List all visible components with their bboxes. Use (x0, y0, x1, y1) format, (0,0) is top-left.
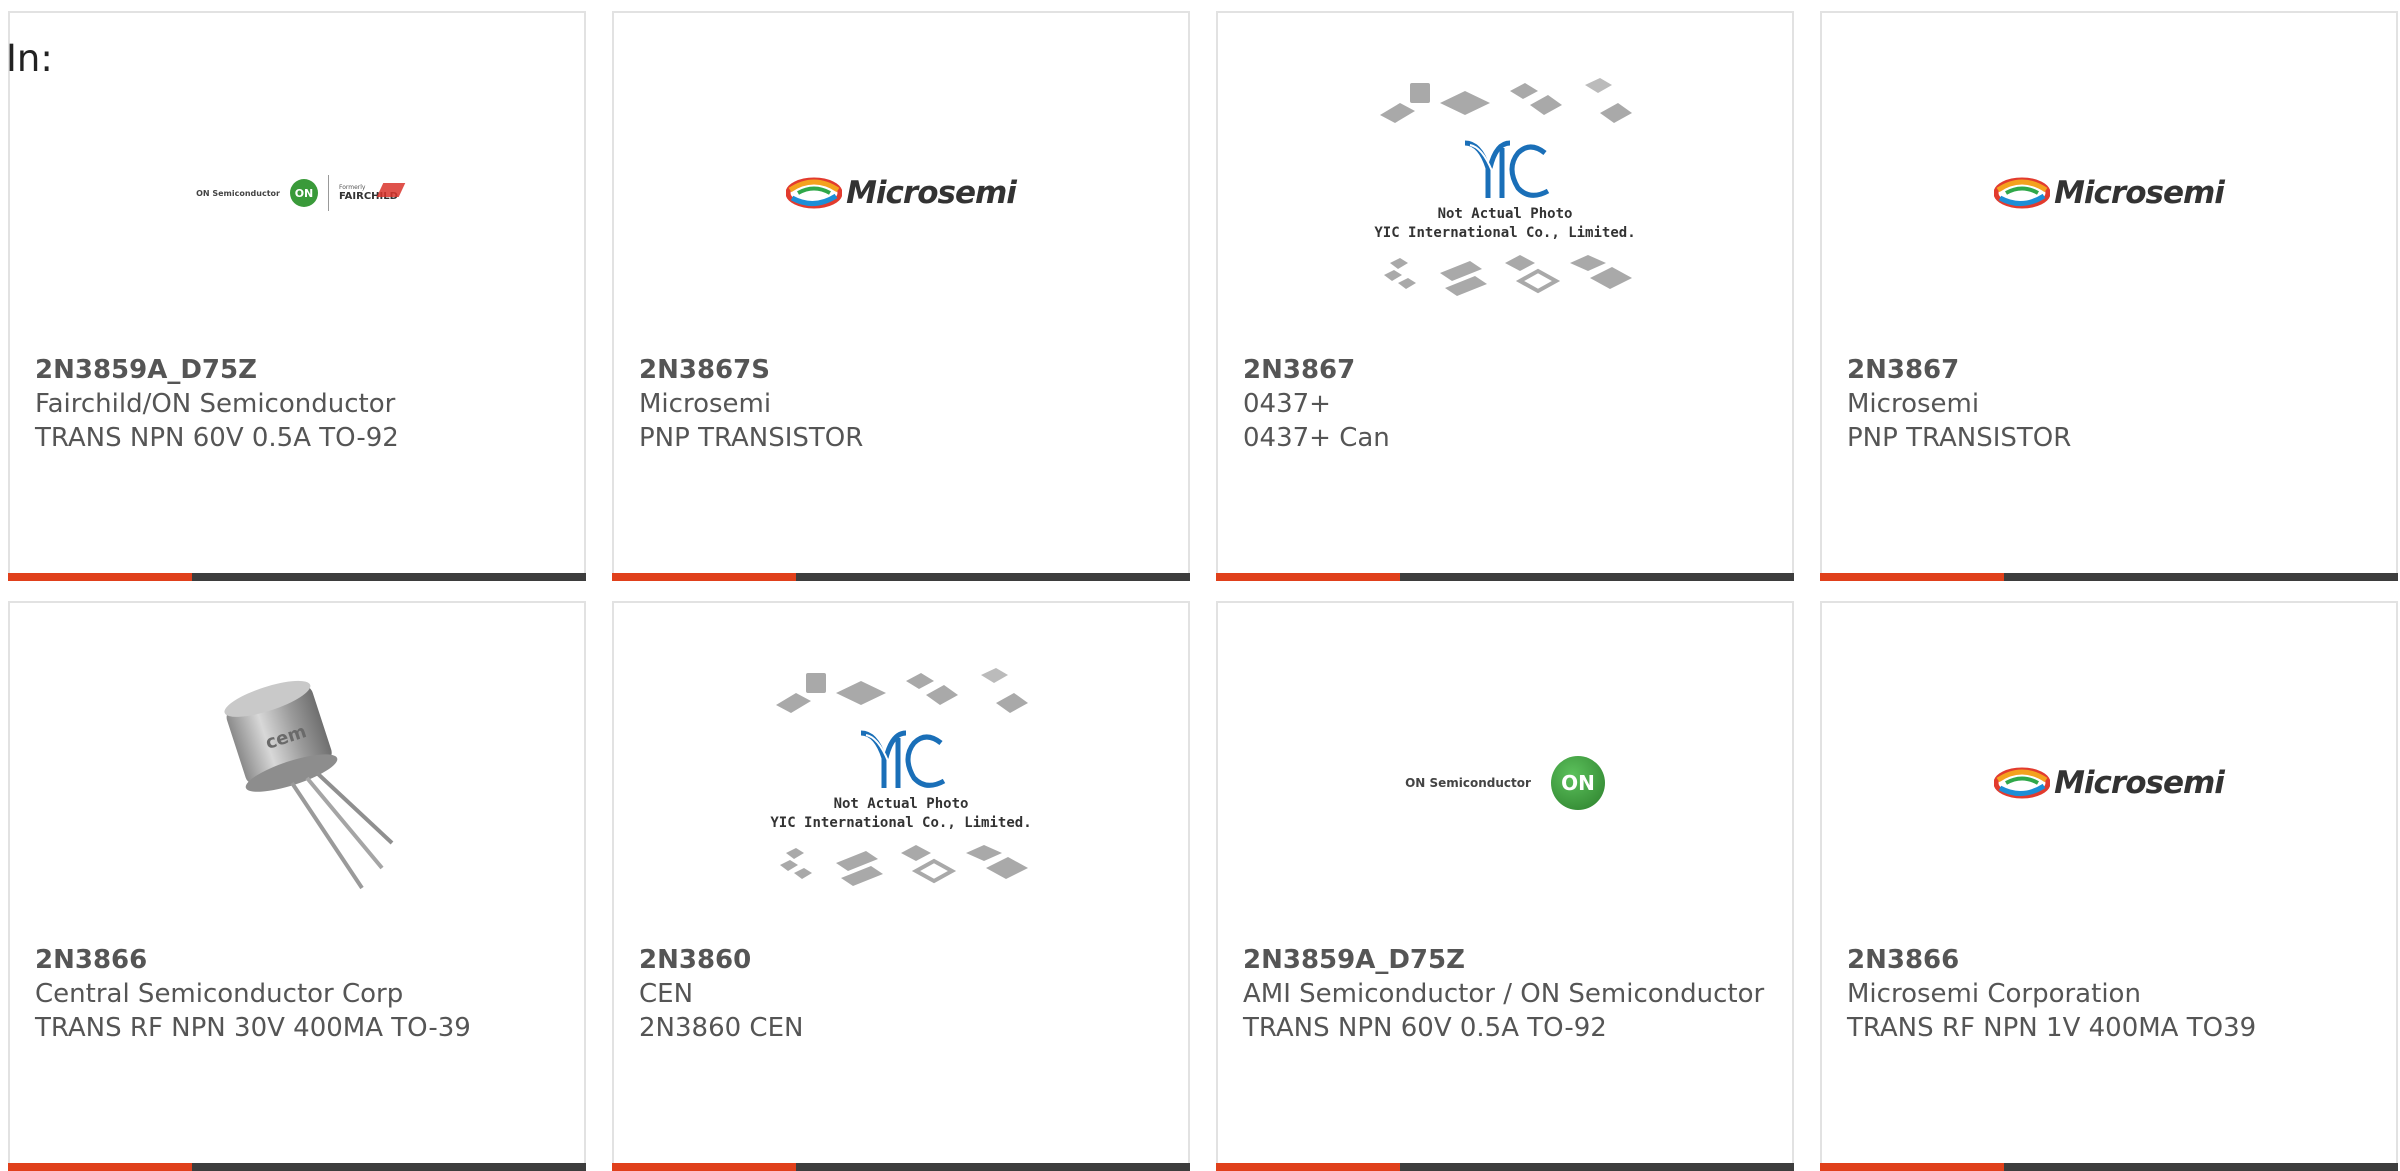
part-number[interactable]: 2N3867 (1847, 353, 2376, 387)
fairchild-formerly-text: Formerly (338, 184, 366, 191)
description: 2N3860 CEN (639, 1013, 804, 1043)
fairchild-logo: Formerly FAIRCHILD (338, 183, 406, 202)
yic-company-text: YIC International Co., Limited. (1374, 225, 1635, 241)
on-logo-icon: ON (1550, 756, 1605, 810)
part-number[interactable]: 2N3867S (639, 353, 1168, 387)
part-number[interactable]: 2N3866 (35, 943, 564, 977)
product-image: cem (10, 663, 584, 903)
manufacturer: Fairchild/ON Semiconductor (35, 389, 396, 419)
product-card[interactable]: Not Actual Photo YIC International Co., … (1216, 11, 1794, 581)
card-accent-segment (1820, 1163, 2004, 1171)
product-image: ON Semiconductor ON Formerly FAIRCHILD (10, 73, 584, 313)
product-info: 2N3867 Microsemi PNP TRANSISTOR (1847, 353, 2376, 455)
product-grid: ON Semiconductor ON Formerly FAIRCHILD 2… (8, 11, 2400, 1171)
microsemi-wordmark: Microsemi (846, 175, 1017, 211)
product-info: 2N3859A_D75Z Fairchild/ON Semiconductor … (35, 353, 564, 455)
on-semiconductor-wordmark: ON Semiconductor (196, 188, 280, 198)
product-card[interactable]: Not Actual Photo YIC International Co., … (612, 601, 1190, 1171)
manufacturer: Microsemi Corporation (1847, 979, 2141, 1009)
manufacturer: CEN (639, 979, 694, 1009)
yic-placeholder-image: Not Actual Photo YIC International Co., … (1374, 78, 1636, 296)
product-card[interactable]: ON Semiconductor ON Formerly FAIRCHILD 2… (8, 11, 586, 581)
card-accent-segment (8, 573, 192, 581)
product-image: Microsemi (1822, 73, 2396, 313)
part-number[interactable]: 2N3860 (639, 943, 1168, 977)
on-fairchild-logo: ON Semiconductor ON Formerly FAIRCHILD (196, 175, 406, 211)
microsemi-wordmark: Microsemi (2054, 765, 2225, 801)
manufacturer: Microsemi (639, 389, 772, 419)
product-image: Not Actual Photo YIC International Co., … (614, 663, 1188, 903)
description: 0437+ Can (1243, 423, 1390, 453)
product-image: Microsemi (1822, 663, 2396, 903)
card-accent-segment (8, 1163, 192, 1171)
card-accent-segment (1820, 573, 2004, 581)
yic-not-actual-photo-text: Not Actual Photo (834, 796, 969, 812)
part-number[interactable]: 2N3866 (1847, 943, 2376, 977)
product-card[interactable]: Microsemi 2N3866 Microsemi Corporation T… (1820, 601, 2398, 1171)
logo-divider (327, 175, 329, 211)
description: PNP TRANSISTOR (639, 423, 864, 453)
on-semiconductor-wordmark: ON Semiconductor (1405, 776, 1531, 790)
microsemi-swirl-icon (1994, 177, 2051, 209)
microsemi-logo: Microsemi (1994, 175, 2225, 211)
card-accent-segment (1216, 1163, 1400, 1171)
part-number[interactable]: 2N3867 (1243, 353, 1772, 387)
part-number[interactable]: 2N3859A_D75Z (35, 353, 564, 387)
card-accent-bar (8, 573, 586, 581)
product-info: 2N3866 Microsemi Corporation TRANS RF NP… (1847, 943, 2376, 1045)
filter-label: In: (6, 37, 53, 80)
product-image: Microsemi (614, 73, 1188, 313)
microsemi-wordmark: Microsemi (2054, 175, 2225, 211)
description: TRANS RF NPN 30V 400MA TO-39 (35, 1013, 471, 1043)
card-accent-bar (8, 1163, 586, 1171)
card-accent-bar (1820, 573, 2398, 581)
product-info: 2N3867 0437+ 0437+ Can (1243, 353, 1772, 455)
microsemi-logo: Microsemi (1994, 765, 2225, 801)
manufacturer: Central Semiconductor Corp (35, 979, 404, 1009)
microsemi-swirl-icon (1994, 767, 2051, 799)
product-card[interactable]: Microsemi 2N3867 Microsemi PNP TRANSISTO… (1820, 11, 2398, 581)
product-info: 2N3860 CEN 2N3860 CEN (639, 943, 1168, 1045)
product-card[interactable]: ON Semiconductor ON 2N3859A_D75Z AMI Sem… (1216, 601, 1794, 1171)
yic-company-text: YIC International Co., Limited. (770, 815, 1031, 831)
product-card[interactable]: Microsemi 2N3867S Microsemi PNP TRANSIST… (612, 11, 1190, 581)
description: PNP TRANSISTOR (1847, 423, 2072, 453)
on-logo-icon: ON (289, 179, 318, 207)
microsemi-swirl-icon (786, 177, 843, 209)
description: TRANS NPN 60V 0.5A TO-92 (1243, 1013, 1607, 1043)
yic-not-actual-photo-text: Not Actual Photo (1438, 206, 1573, 222)
manufacturer: Microsemi (1847, 389, 1980, 419)
product-image: ON Semiconductor ON (1218, 663, 1792, 903)
yic-placeholder-image: Not Actual Photo YIC International Co., … (770, 668, 1032, 886)
microsemi-logo: Microsemi (786, 175, 1017, 211)
product-info: 2N3859A_D75Z AMI Semiconductor / ON Semi… (1243, 943, 1772, 1045)
description: TRANS RF NPN 1V 400MA TO39 (1847, 1013, 2257, 1043)
card-accent-bar (612, 573, 1190, 581)
product-image: Not Actual Photo YIC International Co., … (1218, 73, 1792, 313)
description: TRANS NPN 60V 0.5A TO-92 (35, 423, 399, 453)
card-accent-bar (1216, 1163, 1794, 1171)
part-number[interactable]: 2N3859A_D75Z (1243, 943, 1772, 977)
card-accent-segment (612, 1163, 796, 1171)
product-card[interactable]: cem 2N3866 Central Semiconductor Corp TR… (8, 601, 586, 1171)
card-accent-bar (1820, 1163, 2398, 1171)
product-info: 2N3867S Microsemi PNP TRANSISTOR (639, 353, 1168, 455)
card-accent-segment (612, 573, 796, 581)
card-accent-segment (1216, 573, 1400, 581)
fairchild-mark-icon (376, 183, 406, 197)
card-accent-bar (1216, 573, 1794, 581)
card-accent-bar (612, 1163, 1190, 1171)
on-semiconductor-logo: ON Semiconductor ON (1405, 756, 1605, 810)
manufacturer: AMI Semiconductor / ON Semiconductor (1243, 979, 1765, 1009)
fairchild-wordmark: FAIRCHILD (339, 183, 406, 202)
to39-transistor-photo: cem (224, 680, 394, 890)
manufacturer: 0437+ (1243, 389, 1331, 419)
product-info: 2N3866 Central Semiconductor Corp TRANS … (35, 943, 564, 1045)
